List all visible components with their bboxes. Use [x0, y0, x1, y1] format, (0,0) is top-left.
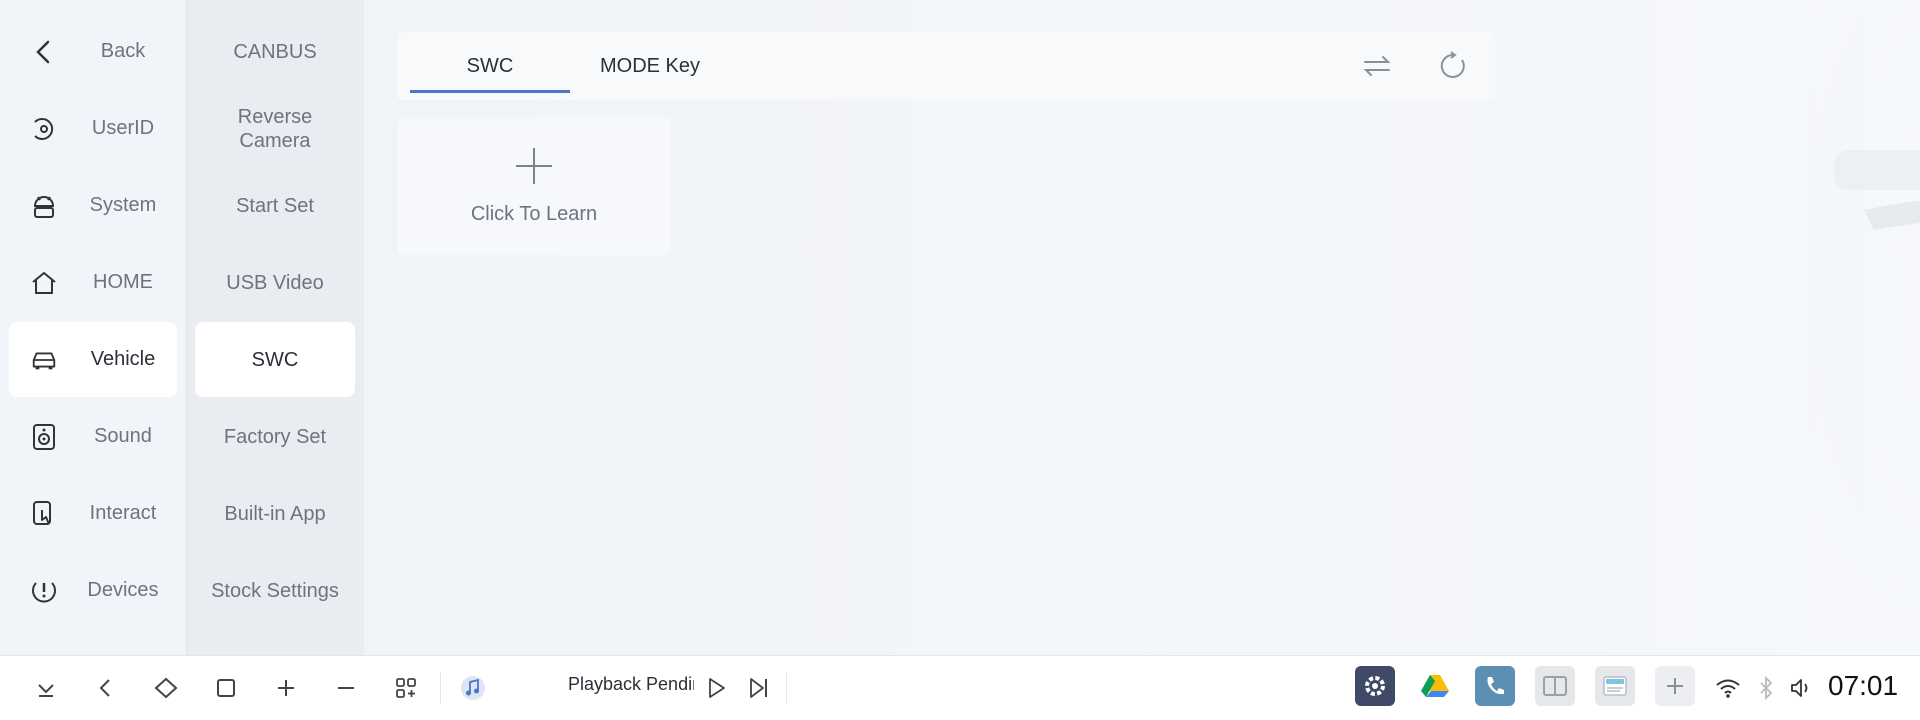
- nav-item-vehicle[interactable]: Vehicle: [9, 322, 177, 397]
- reset-icon[interactable]: [1433, 46, 1473, 86]
- add-app-icon[interactable]: [1655, 666, 1695, 706]
- now-playing-title: Playback Pending: [568, 674, 694, 694]
- nav-item-devices[interactable]: Devices: [9, 553, 177, 628]
- android-icon: [30, 192, 58, 220]
- back-icon: [30, 38, 58, 66]
- nav-item-label: Sound: [94, 425, 152, 447]
- phone-app-icon[interactable]: [1475, 666, 1515, 706]
- nav-item-label: Devices: [87, 579, 159, 601]
- volume-icon: [1783, 670, 1819, 706]
- back-nav-icon[interactable]: [88, 670, 124, 706]
- taskbar: Playback Pending 07:01: [0, 655, 1920, 720]
- click-to-learn-label: Click To Learn: [470, 203, 598, 225]
- nav-item-home[interactable]: HOME: [9, 245, 177, 320]
- swap-icon[interactable]: [1357, 46, 1397, 86]
- tab-bar: SWC MODE Key: [397, 32, 1495, 100]
- nav-item-sound[interactable]: Sound: [9, 399, 177, 474]
- nav-item-label: UserID: [91, 117, 155, 139]
- nav-item-interact[interactable]: Interact: [9, 476, 177, 551]
- bluetooth-icon: [1748, 670, 1784, 706]
- nav-item-label: Interact: [89, 502, 157, 524]
- nav-item-label: Vehicle: [90, 348, 156, 370]
- tab-mode-key[interactable]: MODE Key: [570, 32, 730, 100]
- volume-up-icon[interactable]: [268, 670, 304, 706]
- home-nav-icon[interactable]: [148, 670, 184, 706]
- nav-item-system[interactable]: System: [9, 168, 177, 243]
- subnav-item-swc[interactable]: SWC: [195, 322, 355, 397]
- steering-wheel-illustration: [1804, 0, 1920, 655]
- nav-item-label: System: [89, 194, 157, 216]
- volume-down-icon[interactable]: [328, 670, 364, 706]
- recents-icon[interactable]: [208, 670, 244, 706]
- clock: 07:01: [1828, 670, 1899, 701]
- subnav-item-stock-settings[interactable]: Stock Settings: [195, 553, 355, 628]
- apps-icon[interactable]: [388, 670, 424, 706]
- subnav-item-built-in-app[interactable]: Built-in App: [195, 476, 355, 551]
- next-track-icon[interactable]: [741, 670, 777, 706]
- userid-icon: [30, 115, 58, 143]
- separator: [440, 672, 441, 704]
- car-icon: [30, 346, 58, 374]
- drive-app-icon[interactable]: [1415, 666, 1455, 706]
- nav-item-back[interactable]: Back: [9, 14, 177, 89]
- separator: [786, 672, 787, 704]
- widget-app-icon[interactable]: [1595, 666, 1635, 706]
- subnav-item-usb-video[interactable]: USB Video: [195, 245, 355, 320]
- nav-item-label: HOME: [93, 271, 153, 293]
- active-tab-indicator: [410, 90, 570, 93]
- click-to-learn-card[interactable]: Click To Learn: [397, 117, 671, 255]
- subnav-item-factory-set[interactable]: Factory Set: [195, 399, 355, 474]
- home-icon: [30, 269, 58, 297]
- subnav-item-canbus[interactable]: CANBUS: [195, 14, 355, 89]
- nav-item-userid[interactable]: UserID: [9, 91, 177, 166]
- plus-icon: [514, 146, 554, 191]
- wifi-icon: [1710, 670, 1746, 706]
- music-note-icon[interactable]: [455, 670, 491, 706]
- touch-icon: [30, 500, 58, 528]
- play-icon[interactable]: [698, 670, 734, 706]
- collapse-icon[interactable]: [28, 670, 64, 706]
- speaker-icon: [30, 423, 58, 451]
- subnav-item-start-set[interactable]: Start Set: [195, 168, 355, 243]
- split-screen-icon[interactable]: [1535, 666, 1575, 706]
- nav-item-label: Back: [100, 40, 146, 62]
- settings-app-icon[interactable]: [1355, 666, 1395, 706]
- alert-icon: [30, 577, 58, 605]
- subnav-item-reverse-camera[interactable]: Reverse Camera: [195, 91, 355, 166]
